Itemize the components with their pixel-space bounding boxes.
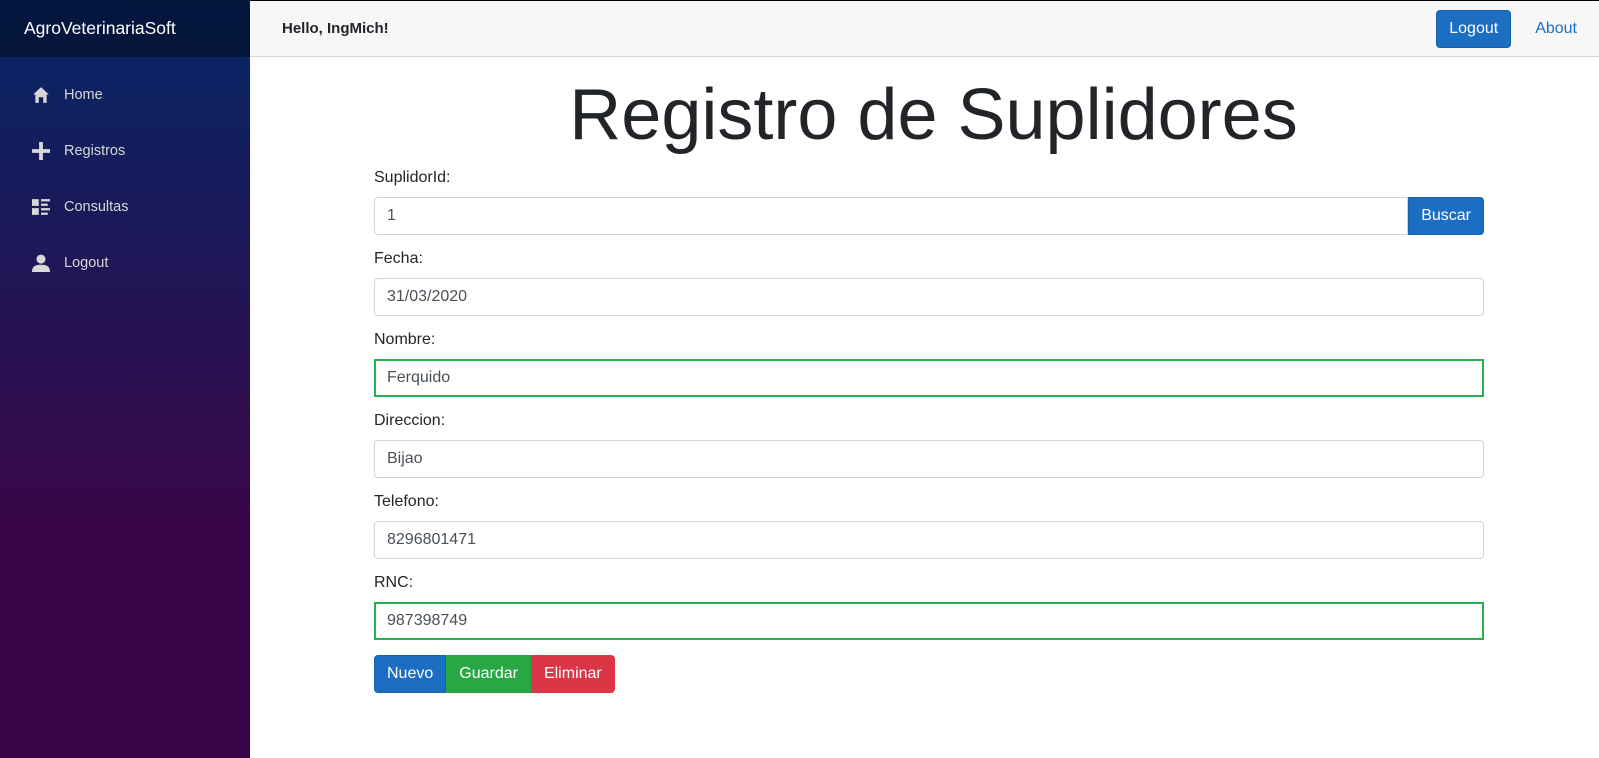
nombre-label: Nombre:	[374, 331, 436, 348]
nombre-input[interactable]	[374, 359, 1484, 397]
person-icon	[32, 254, 50, 272]
sidebar-item-consultas[interactable]: Consultas	[0, 179, 250, 235]
rnc-input[interactable]	[374, 602, 1484, 640]
about-link[interactable]: About	[1535, 20, 1577, 38]
main-content: Registro de Suplidores SuplidorId: Busca…	[250, 57, 1599, 758]
buscar-button[interactable]: Buscar	[1408, 197, 1484, 235]
telefono-label: Telefono:	[374, 493, 439, 510]
suplidor-id-input[interactable]	[374, 197, 1409, 235]
top-bar-actions: Logout About	[1436, 9, 1577, 48]
greeting-text: Hello, IngMich!	[282, 20, 389, 37]
sidebar-item-label: Home	[64, 87, 103, 103]
suplidor-id-group: SuplidorId: Buscar	[374, 169, 1484, 235]
suplidor-form: SuplidorId: Buscar Fecha: Nombre: Direcc…	[374, 169, 1484, 693]
page-title: Registro de Suplidores	[569, 75, 1298, 155]
fecha-label: Fecha:	[374, 250, 423, 267]
sidebar-item-label: Consultas	[64, 199, 129, 215]
rnc-group: RNC:	[374, 574, 1484, 640]
eliminar-button[interactable]: Eliminar	[530, 655, 615, 693]
guardar-button[interactable]: Guardar	[446, 655, 531, 693]
top-bar: Hello, IngMich! Logout About	[250, 0, 1599, 57]
brand-bar: AgroVeterinariaSoft	[0, 0, 250, 57]
telefono-input[interactable]	[374, 521, 1484, 559]
form-actions: Nuevo Guardar Eliminar	[374, 655, 1484, 693]
direccion-input[interactable]	[374, 440, 1484, 478]
sidebar-item-logout[interactable]: Logout	[0, 235, 250, 291]
list-icon	[32, 198, 50, 216]
logout-button[interactable]: Logout	[1436, 9, 1512, 48]
brand-link[interactable]: AgroVeterinariaSoft	[24, 18, 176, 39]
rnc-label: RNC:	[374, 574, 414, 591]
nombre-group: Nombre:	[374, 331, 1484, 397]
fecha-input[interactable]	[374, 278, 1484, 316]
direccion-label: Direccion:	[374, 412, 446, 429]
suplidor-id-label: SuplidorId:	[374, 169, 451, 186]
sidebar-item-label: Logout	[64, 255, 109, 271]
suplidor-id-input-group: Buscar	[374, 197, 1484, 235]
home-icon	[32, 86, 50, 104]
sidebar-item-label: Registros	[64, 143, 126, 159]
fecha-group: Fecha:	[374, 250, 1484, 316]
sidebar: AgroVeterinariaSoft Home Registros Consu…	[0, 0, 250, 758]
sidebar-item-registros[interactable]: Registros	[0, 123, 250, 179]
direccion-group: Direccion:	[374, 412, 1484, 478]
telefono-group: Telefono:	[374, 493, 1484, 559]
sidebar-nav: Home Registros Consultas Logout	[0, 57, 250, 291]
nuevo-button[interactable]: Nuevo	[374, 655, 447, 693]
sidebar-item-home[interactable]: Home	[0, 67, 250, 123]
plus-icon	[32, 142, 50, 160]
